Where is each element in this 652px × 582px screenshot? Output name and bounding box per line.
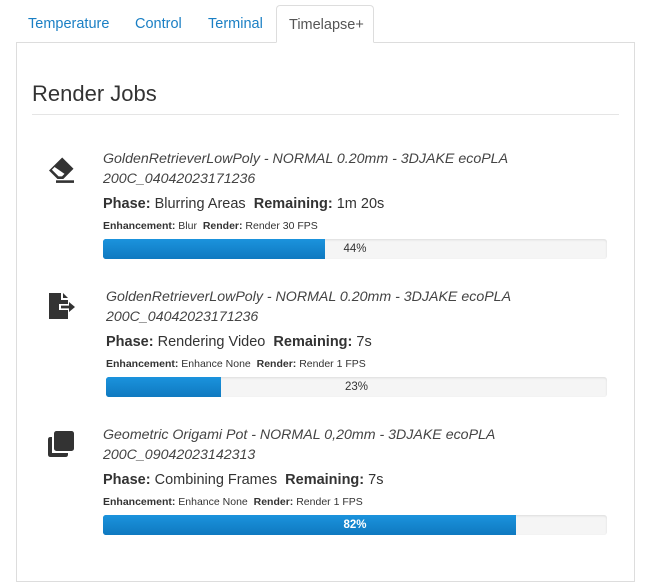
progress-label: 44% — [343, 243, 367, 255]
tab-timelapse-plus[interactable]: Timelapse+ — [276, 5, 374, 43]
job-title-line: GoldenRetrieverLowPoly - NORMAL 0.20mm -… — [106, 289, 512, 305]
job-meta: Enhancement: Enhance None Render: Render… — [103, 495, 607, 509]
render-value: Render 1 FPS — [299, 358, 366, 370]
remaining-label: Remaining: — [253, 196, 333, 212]
job-title-line: 200C_09042023142313 — [103, 447, 256, 463]
enhancement-value: Enhance None — [181, 358, 251, 370]
progress-bar-track: 44% — [103, 239, 607, 259]
render-value: Render 30 FPS — [245, 220, 318, 232]
tab-control[interactable]: Control — [123, 5, 194, 43]
eraser-icon — [46, 155, 76, 185]
phase-value: Combining Frames — [154, 472, 278, 488]
progress-label: 23% — [344, 381, 369, 393]
remaining-value: 1m 20s — [336, 196, 385, 212]
tab-terminal[interactable]: Terminal — [196, 5, 275, 43]
tab-temperature[interactable]: Temperature — [16, 5, 121, 43]
enhancement-label: Enhancement: — [103, 496, 176, 508]
remaining-value: 7s — [356, 334, 372, 350]
phase-label: Phase: — [106, 334, 154, 350]
job-title: Geometric Origami Pot - NORMAL 0,20mm - … — [103, 425, 607, 465]
render-value: Render 1 FPS — [296, 496, 363, 508]
render-label: Render: — [256, 358, 297, 370]
enhancement-label: Enhancement: — [106, 358, 179, 370]
job-status: Phase: Combining Frames Remaining: 7s — [103, 470, 607, 490]
phase-label: Phase: — [103, 472, 151, 488]
job-status: Phase: Blurring Areas Remaining: 1m 20s — [103, 194, 607, 214]
job-meta: Enhancement: Blur Render: Render 30 FPS — [103, 219, 607, 233]
job-title-line: 200C_04042023171236 — [106, 309, 259, 325]
job-title-line: 200C_04042023171236 — [103, 171, 256, 187]
copy-icon — [46, 429, 76, 459]
file-export-icon — [46, 291, 76, 321]
section-divider — [32, 114, 619, 115]
job-title: GoldenRetrieverLowPoly - NORMAL 0.20mm -… — [103, 149, 607, 189]
phase-value: Blurring Areas — [154, 196, 246, 212]
progress-label: 82% — [343, 519, 367, 531]
progress-bar-track: 23% — [106, 377, 607, 397]
render-label: Render: — [253, 496, 294, 508]
enhancement-value: Enhance None — [178, 496, 248, 508]
job-status: Phase: Rendering Video Remaining: 7s — [106, 332, 610, 352]
remaining-label: Remaining: — [285, 472, 365, 488]
render-label: Render: — [202, 220, 243, 232]
phase-label: Phase: — [103, 196, 151, 212]
job-title-line: Geometric Origami Pot - NORMAL 0,20mm - … — [103, 427, 496, 443]
tab-panel: Render Jobs GoldenRetrieverLowPoly - NOR… — [16, 42, 635, 582]
enhancement-value: Blur — [178, 220, 197, 232]
progress-bar-track: 82% — [103, 515, 607, 535]
tab-bar: Temperature Control Terminal Timelapse+ — [16, 5, 636, 43]
section-title: Render Jobs — [32, 81, 157, 106]
job-meta: Enhancement: Enhance None Render: Render… — [106, 357, 610, 371]
job-title: GoldenRetrieverLowPoly - NORMAL 0.20mm -… — [106, 287, 610, 327]
enhancement-label: Enhancement: — [103, 220, 176, 232]
remaining-value: 7s — [368, 472, 384, 488]
phase-value: Rendering Video — [157, 334, 266, 350]
remaining-label: Remaining: — [273, 334, 353, 350]
job-title-line: GoldenRetrieverLowPoly - NORMAL 0.20mm -… — [103, 151, 509, 167]
